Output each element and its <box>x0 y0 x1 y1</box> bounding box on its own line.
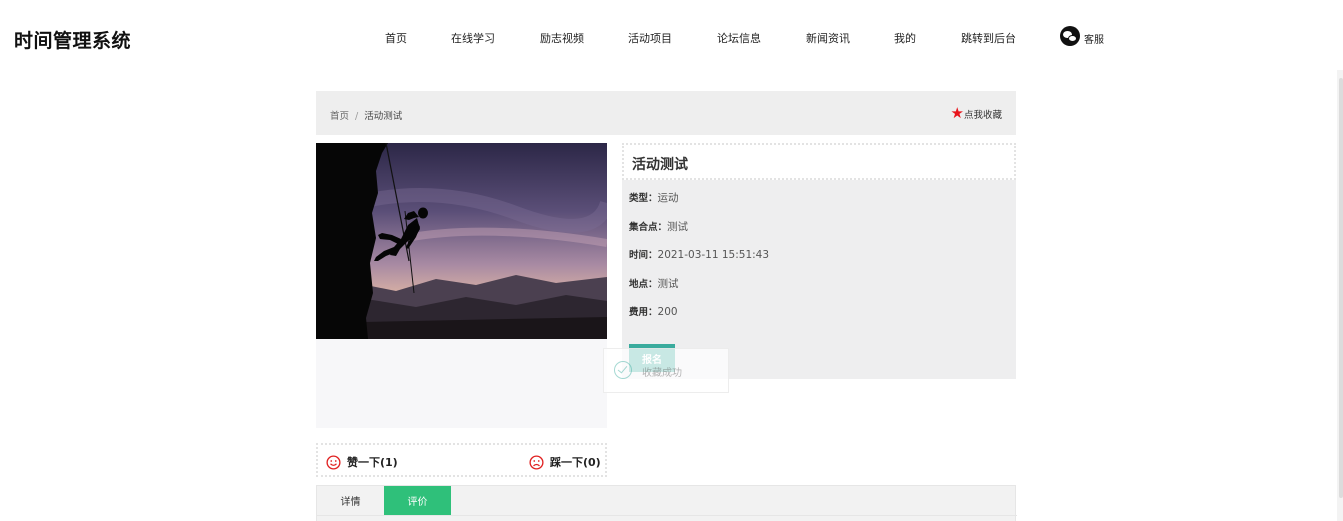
info-row-time: 时间：2021-03-11 15:51:43 <box>629 247 769 261</box>
favorite-label: 点我收藏 <box>963 110 1002 121</box>
nav-item-admin[interactable]: 跳转到后台 <box>961 30 1016 46</box>
favorite-button[interactable]: ★ 点我收藏 <box>951 105 1002 121</box>
customer-service-label: 客服 <box>1084 34 1104 46</box>
activity-info-panel: 活动测试 类型：运动 集合点：测试 时间：2021-03-11 15:51:43… <box>622 143 1016 379</box>
like-button[interactable]: 赞一下(1) <box>326 454 398 470</box>
nav-item-mine[interactable]: 我的 <box>894 30 916 46</box>
activity-title-box: 活动测试 <box>622 143 1016 180</box>
nav-item-online-learning[interactable]: 在线学习 <box>451 30 495 46</box>
detail-tabs: 详情 评价 <box>316 485 1017 521</box>
info-key: 时间： <box>629 250 658 261</box>
breadcrumb: 首页 / 活动测试 <box>330 108 402 122</box>
info-value: 测试 <box>657 278 679 290</box>
breadcrumb-current: 活动测试 <box>364 111 403 122</box>
vote-bar: 赞一下(1) 踩一下(0) <box>316 443 607 477</box>
info-key: 地点： <box>629 279 658 290</box>
toast-message: 收藏成功 <box>603 348 729 393</box>
info-row-type: 类型：运动 <box>629 190 679 205</box>
nav-item-inspiration-videos[interactable]: 励志视频 <box>540 30 584 46</box>
breadcrumb-separator: / <box>355 111 359 122</box>
like-label: 赞一下(1) <box>347 456 398 469</box>
activity-image <box>316 143 607 339</box>
nav-item-home[interactable]: 首页 <box>385 30 407 46</box>
info-value: 200 <box>657 306 678 318</box>
dislike-label: 踩一下(0) <box>550 456 601 469</box>
climber-silhouette-image <box>316 143 607 339</box>
info-value: 2021-03-11 15:51:43 <box>657 249 770 261</box>
frown-icon <box>529 454 544 470</box>
nav-item-news[interactable]: 新闻资讯 <box>806 30 850 46</box>
main-nav: 首页 在线学习 励志视频 活动项目 论坛信息 新闻资讯 我的 跳转到后台 客服 <box>0 0 1343 75</box>
nav-item-activities[interactable]: 活动项目 <box>628 30 672 46</box>
info-row-meeting-point: 集合点：测试 <box>629 219 688 234</box>
info-key: 类型： <box>629 193 658 204</box>
customer-service-button[interactable]: 客服 <box>1060 26 1104 46</box>
tab-divider <box>317 515 1017 516</box>
info-row-location: 地点：测试 <box>629 276 679 291</box>
toast-text: 收藏成功 <box>642 368 682 379</box>
info-value: 测试 <box>667 221 689 233</box>
breadcrumb-home[interactable]: 首页 <box>330 111 349 122</box>
info-key: 集合点： <box>629 222 668 233</box>
activity-title: 活动测试 <box>632 157 688 173</box>
nav-item-forum[interactable]: 论坛信息 <box>717 30 761 46</box>
tab-reviews[interactable]: 评价 <box>384 486 451 515</box>
dislike-button[interactable]: 踩一下(0) <box>529 454 601 470</box>
star-icon: ★ <box>950 103 964 122</box>
wechat-icon <box>1060 26 1080 46</box>
info-row-fee: 费用：200 <box>629 304 678 318</box>
smile-icon <box>326 454 341 470</box>
breadcrumb-bar: 首页 / 活动测试 ★ 点我收藏 <box>316 91 1016 135</box>
tab-details[interactable]: 详情 <box>317 486 384 515</box>
check-circle-icon <box>614 361 632 379</box>
scrollbar-thumb[interactable] <box>1339 78 1343 498</box>
info-value: 运动 <box>657 192 679 204</box>
info-key: 费用： <box>629 307 658 318</box>
